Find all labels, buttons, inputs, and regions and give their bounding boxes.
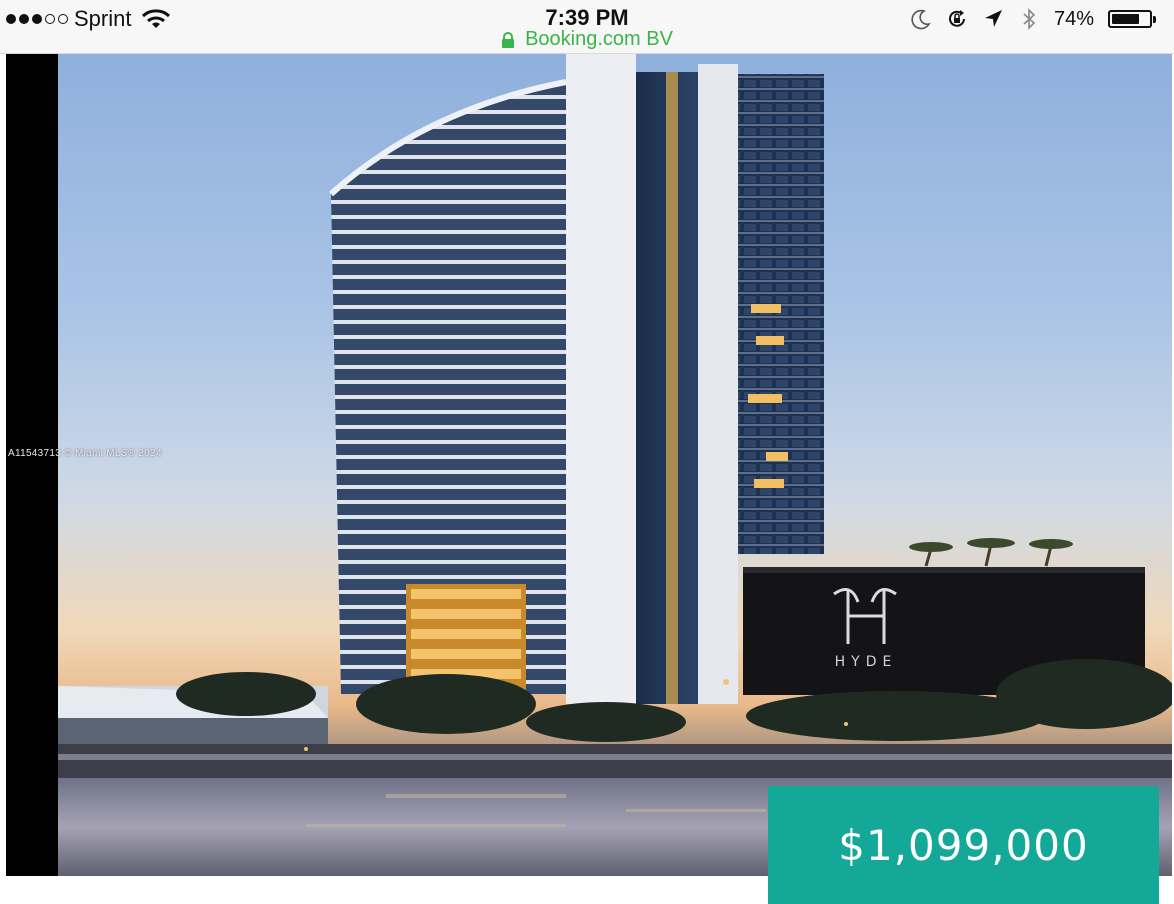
status-bar: Sprint 7:39 PM Booking.com BV 74%	[0, 0, 1174, 54]
building-photo-illustration: HYDE	[6, 54, 1172, 876]
battery-percent: 74%	[1053, 7, 1094, 30]
building-sign: HYDE	[835, 654, 898, 670]
location-arrow-icon	[984, 10, 1002, 27]
rotation-lock-icon	[948, 10, 965, 27]
site-name: Booking.com BV	[525, 28, 673, 50]
listing-photo[interactable]: HYDE A11543713 © Miami MLS® 2024	[6, 54, 1172, 876]
moon-icon	[911, 9, 931, 30]
bluetooth-icon	[1023, 8, 1036, 30]
battery-icon	[1108, 10, 1156, 28]
lock-icon	[502, 31, 515, 48]
mls-watermark: A11543713 © Miami MLS® 2024	[8, 448, 162, 459]
price-badge: $1,099,000	[768, 786, 1159, 904]
status-icons: 74%	[910, 6, 1156, 32]
